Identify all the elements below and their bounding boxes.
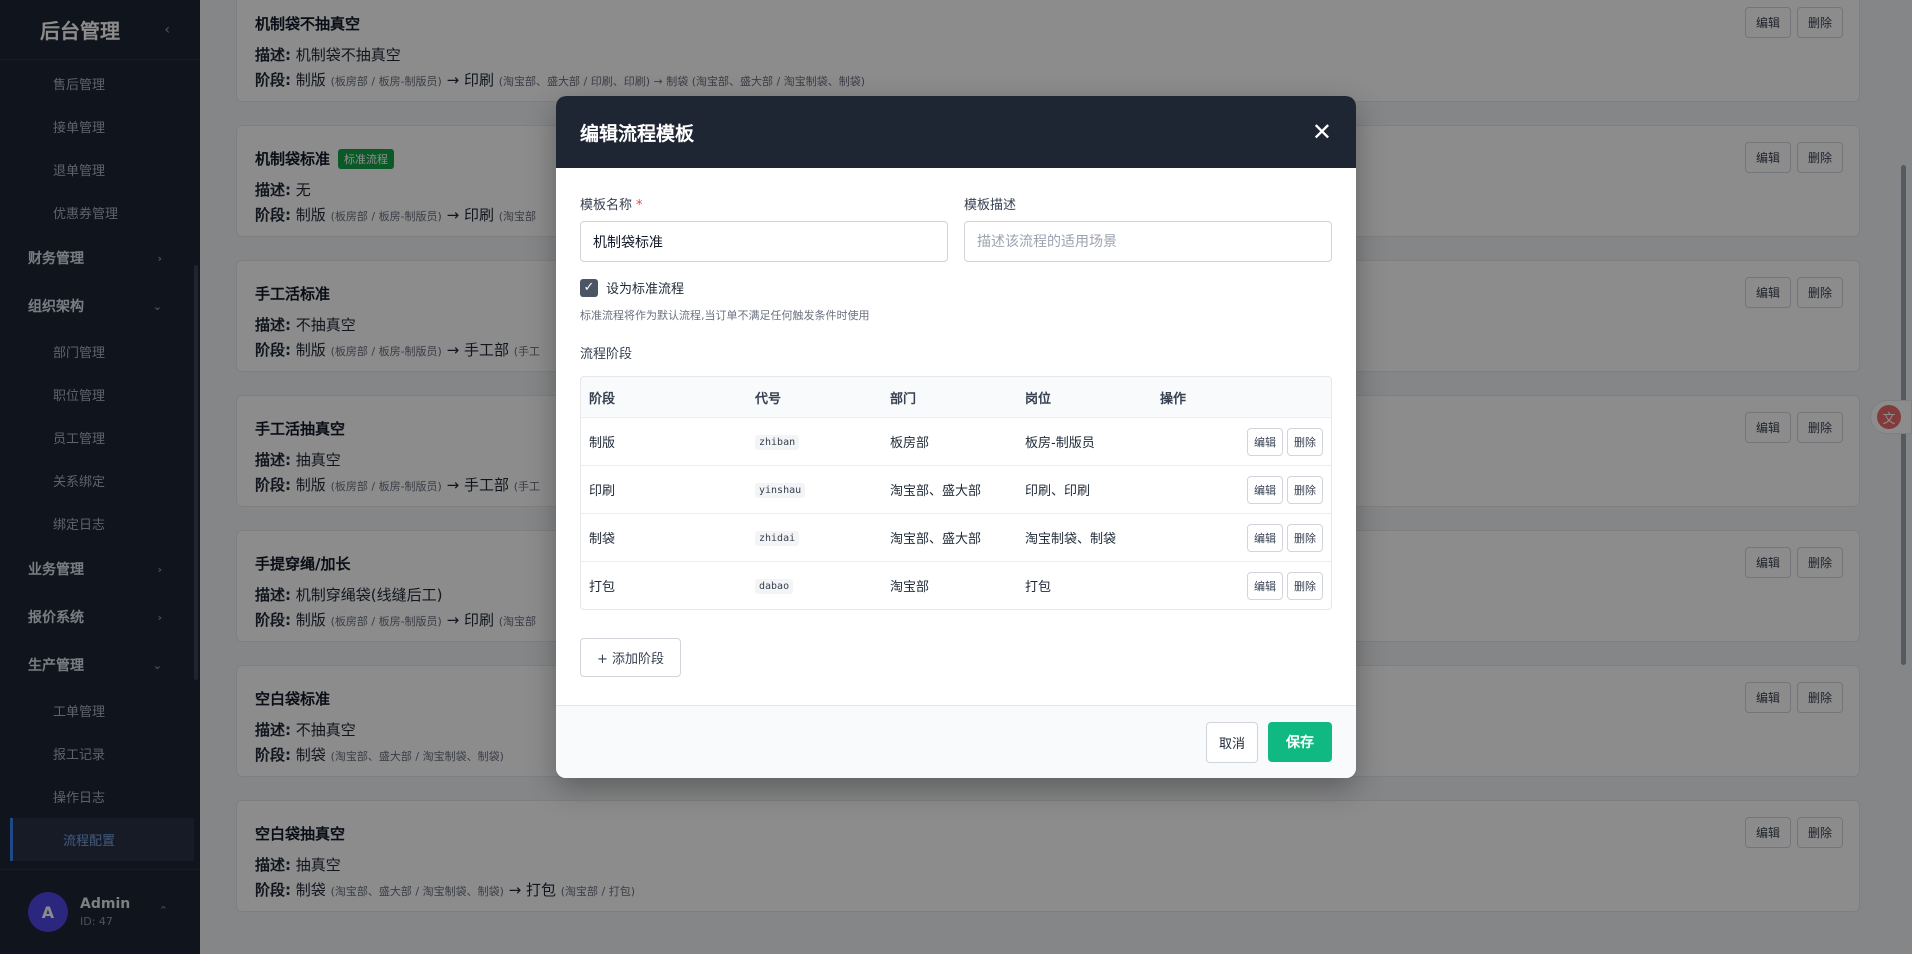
delete-stage-button[interactable]: 删除 [1287,571,1323,600]
stage-name: 制版 [589,436,616,451]
table-header-row: 阶段 代号 部门 岗位 操作 [581,377,1331,417]
stages-table: 阶段 代号 部门 岗位 操作 制版 zhiban 板房部 板房-制版员 编辑 删除 印刷 yi… [580,376,1332,610]
stage-dept: 板房部 [890,436,930,451]
stage-code: zhidai [755,531,800,546]
stage-name: 打包 [589,580,616,595]
header-post: 岗位 [1025,391,1052,407]
header-actions: 操作 [1160,391,1187,407]
stage-post: 印刷、印刷 [1025,484,1091,499]
stage-actions: 编辑 删除 [1152,475,1331,504]
modal-body: 模板名称* 模板描述 ✓ 设为标准流程 标准流程将作为默认流程,当订单不满足任何… [556,168,1356,677]
stage-dept: 淘宝部、盛大部 [890,532,982,547]
stage-name: 制袋 [589,532,616,547]
edit-stage-button[interactable]: 编辑 [1247,571,1283,600]
delete-stage-button[interactable]: 删除 [1287,475,1323,504]
stage-post: 淘宝制袋、制袋 [1025,532,1117,547]
delete-stage-button[interactable]: 删除 [1287,523,1323,552]
edit-stage-button[interactable]: 编辑 [1247,475,1283,504]
table-row: 制版 zhiban 板房部 板房-制版员 编辑 删除 [581,417,1331,465]
modal-footer: 取消 保存 [556,705,1356,778]
stage-code-cell: zhiban [747,434,882,450]
edit-flow-template-modal: 编辑流程模板 ✕ 模板名称* 模板描述 ✓ 设为标准流程 标准流程将作为默认流程… [556,96,1356,778]
stage-code: yinshau [755,483,806,498]
stage-code-cell: dabao [747,578,882,594]
template-desc-label: 模板描述 [964,198,1017,213]
stage-dept: 淘宝部 [890,580,930,595]
stage-code-cell: yinshau [747,482,882,498]
table-row: 印刷 yinshau 淘宝部、盛大部 印刷、印刷 编辑 删除 [581,465,1331,513]
close-icon[interactable]: ✕ [1312,120,1332,144]
stage-code: dabao [755,579,794,594]
modal-header: 编辑流程模板 ✕ [556,96,1356,168]
template-name-input[interactable] [580,221,948,262]
stage-name: 印刷 [589,484,616,499]
stage-actions: 编辑 删除 [1152,523,1331,552]
header-stage: 阶段 [589,391,616,407]
table-row: 打包 dabao 淘宝部 打包 编辑 删除 [581,561,1331,609]
standard-flow-label[interactable]: 设为标准流程 [606,278,684,297]
table-row: 制袋 zhidai 淘宝部、盛大部 淘宝制袋、制袋 编辑 删除 [581,513,1331,561]
modal-title: 编辑流程模板 [580,122,695,145]
stage-actions: 编辑 删除 [1152,571,1331,600]
template-name-label: 模板名称 * [580,198,643,213]
stage-post: 板房-制版员 [1025,436,1095,451]
stage-actions: 编辑 删除 [1152,427,1331,456]
stages-section-title: 流程阶段 [580,347,633,362]
required-mark: * [636,198,643,213]
edit-stage-button[interactable]: 编辑 [1247,523,1283,552]
stage-dept: 淘宝部、盛大部 [890,484,982,499]
save-button[interactable]: 保存 [1268,722,1332,762]
standard-flow-checkbox[interactable]: ✓ [580,278,598,297]
cancel-button[interactable]: 取消 [1205,721,1258,763]
stage-code-cell: zhidai [747,530,882,546]
stage-post: 打包 [1025,580,1052,595]
stage-code: zhiban [755,435,800,450]
header-dept: 部门 [890,391,917,407]
standard-flow-hint: 标准流程将作为默认流程,当订单不满足任何触发条件时使用 [580,309,870,322]
add-stage-button[interactable]: + 添加阶段 [580,638,682,677]
template-desc-input[interactable] [964,221,1332,262]
delete-stage-button[interactable]: 删除 [1287,427,1323,456]
edit-stage-button[interactable]: 编辑 [1247,427,1283,456]
header-code: 代号 [755,391,782,407]
